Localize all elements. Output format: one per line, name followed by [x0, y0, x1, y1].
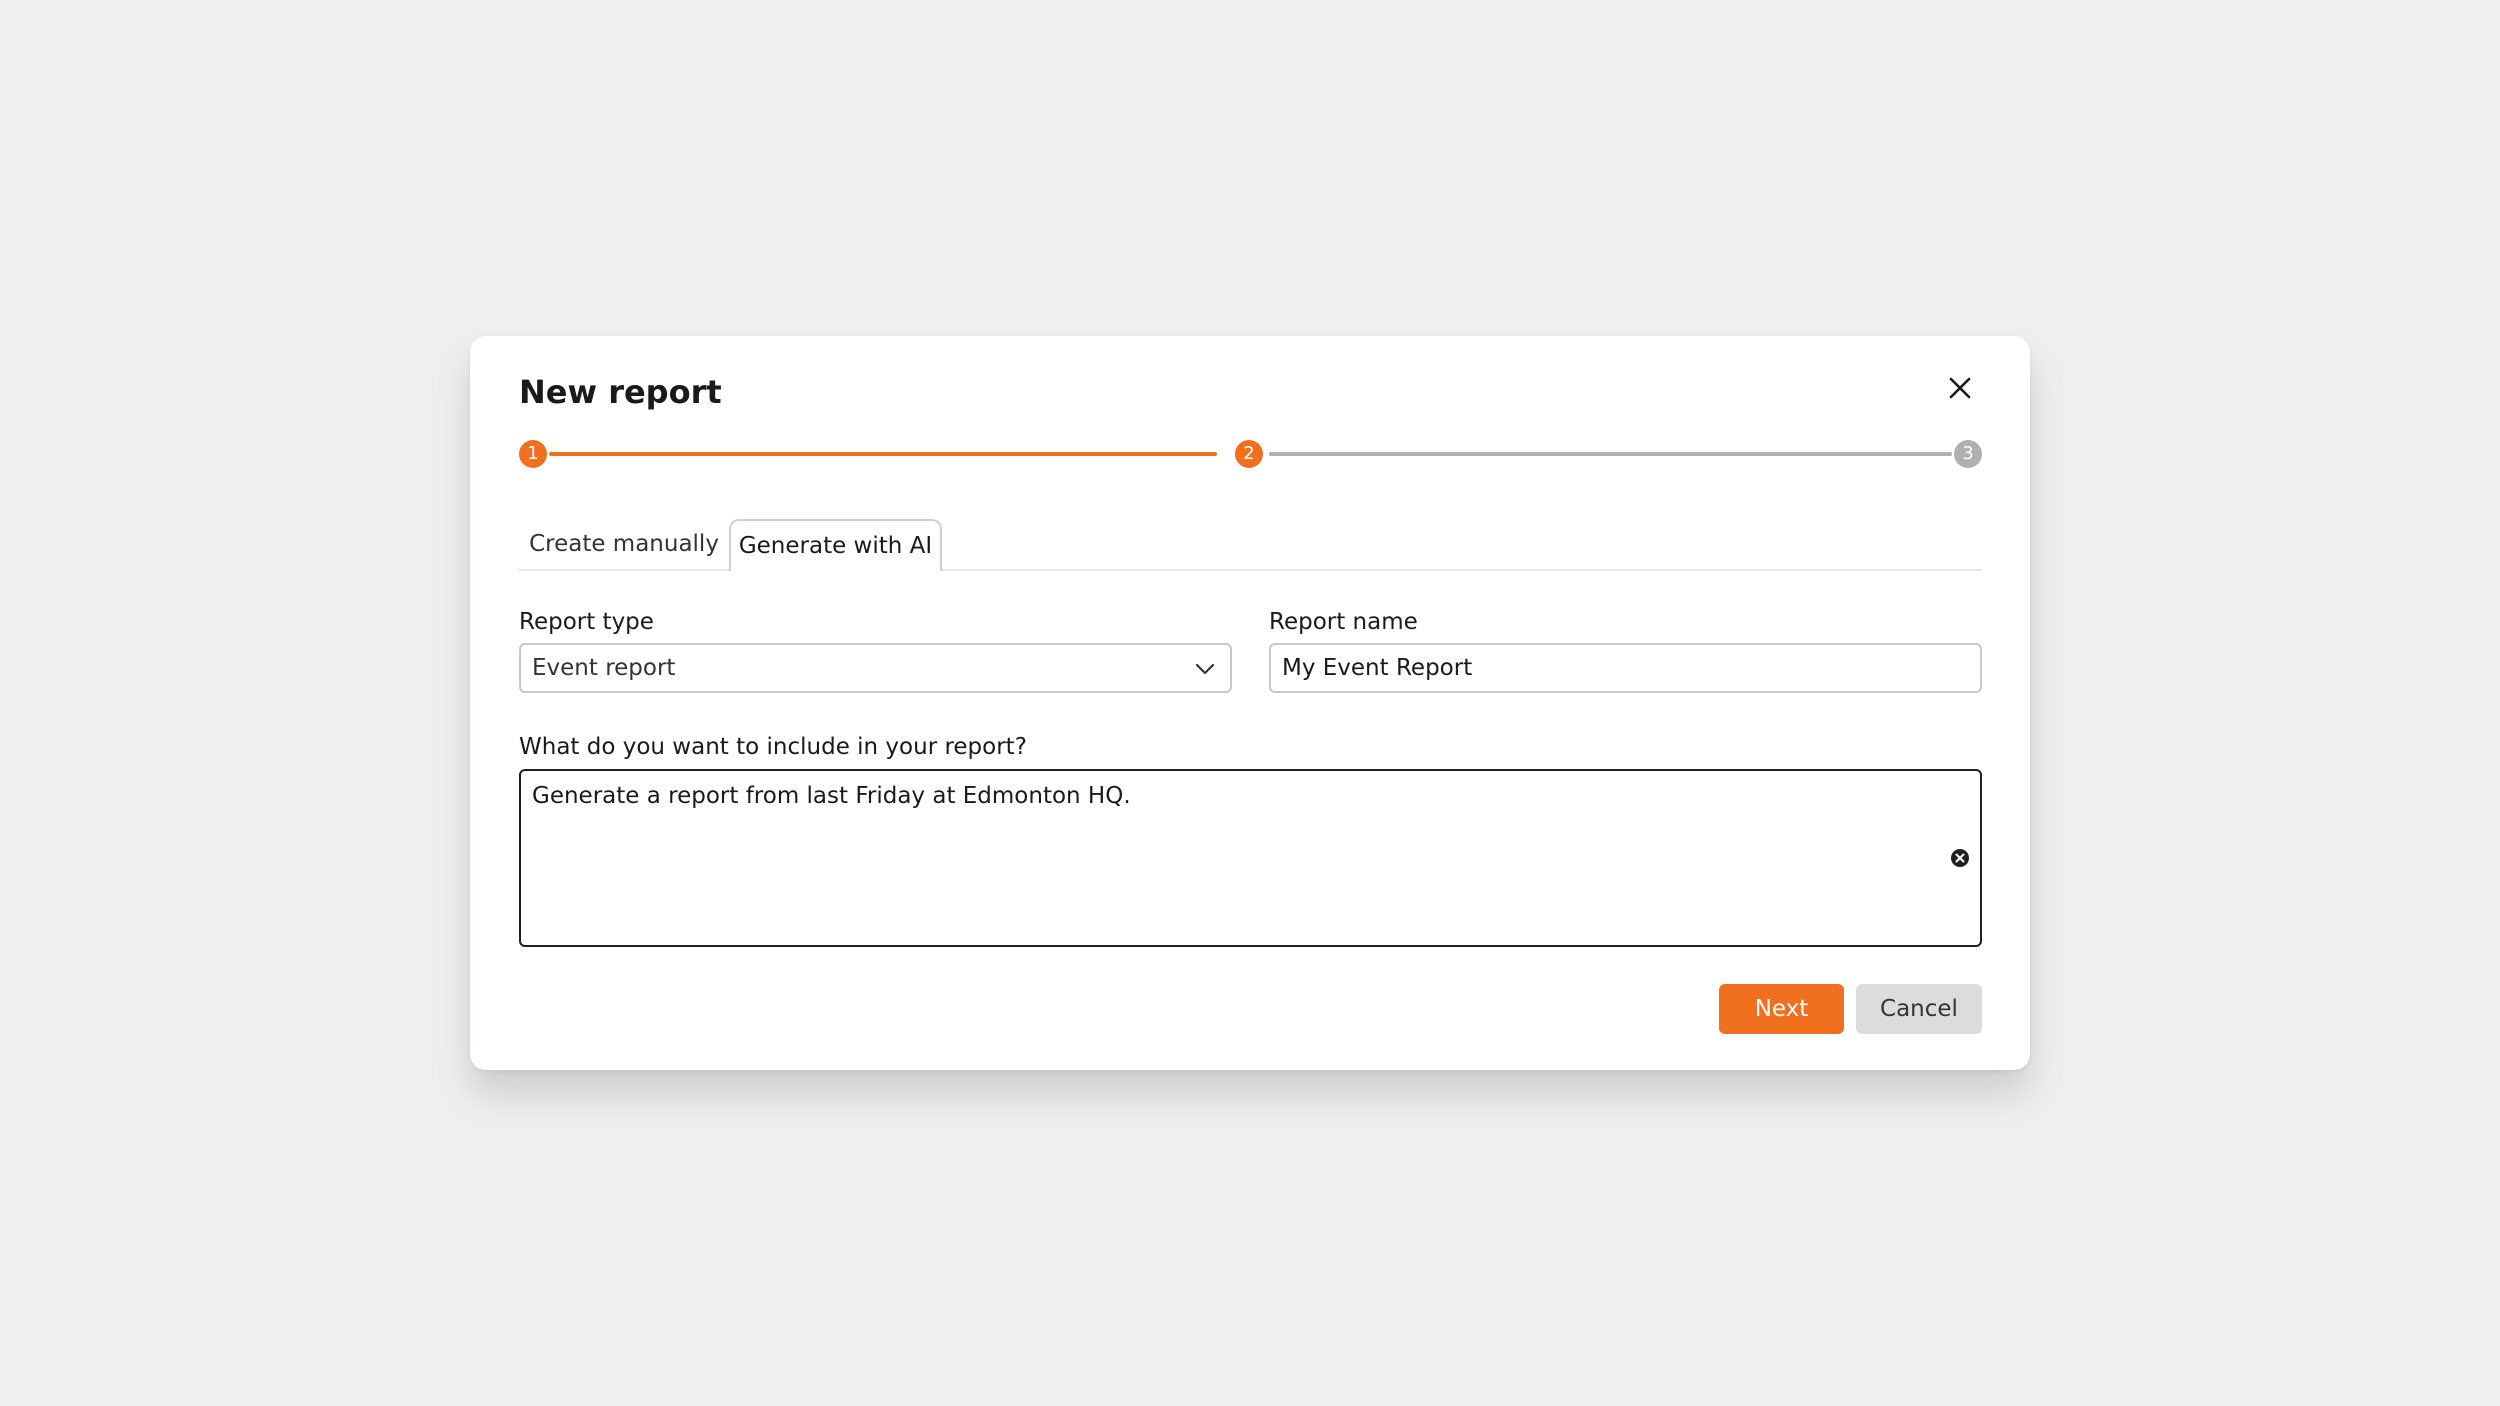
step-1-number: 1 [527, 443, 539, 464]
dialog-title: New report [519, 373, 722, 411]
report-type-value: Event report [532, 655, 676, 681]
prompt-text: Generate a report from last Friday at Ed… [532, 783, 1131, 809]
step-3-number: 3 [1962, 443, 1974, 464]
chevron-down-icon [1195, 663, 1215, 675]
step-3-indicator: 3 [1954, 440, 1982, 468]
clear-circle-icon[interactable] [1950, 848, 1970, 868]
cancel-button[interactable]: Cancel [1856, 984, 1982, 1034]
tab-generate-with-ai[interactable]: Generate with AI [729, 519, 942, 571]
close-icon [1949, 377, 1971, 399]
step-connector-1-2 [549, 452, 1217, 456]
step-2-number: 2 [1243, 443, 1255, 464]
new-report-dialog: New report 1 2 3 Create manually Generat… [470, 336, 2030, 1070]
report-name-label: Report name [1269, 609, 1418, 635]
report-name-input[interactable] [1269, 643, 1982, 693]
close-button[interactable] [1938, 366, 1982, 410]
report-type-select[interactable]: Event report [519, 643, 1232, 693]
prompt-label: What do you want to include in your repo… [519, 734, 1027, 760]
next-button[interactable]: Next [1719, 984, 1844, 1034]
creation-mode-tabs: Create manually Generate with AI [519, 519, 1982, 571]
prompt-textarea[interactable]: Generate a report from last Friday at Ed… [519, 769, 1982, 947]
step-1-indicator: 1 [519, 440, 547, 468]
progress-stepper: 1 2 3 [519, 440, 1982, 468]
report-type-label: Report type [519, 609, 654, 635]
step-2-indicator: 2 [1235, 440, 1263, 468]
tab-create-manually[interactable]: Create manually [519, 519, 729, 569]
step-connector-2-3 [1269, 452, 1952, 456]
